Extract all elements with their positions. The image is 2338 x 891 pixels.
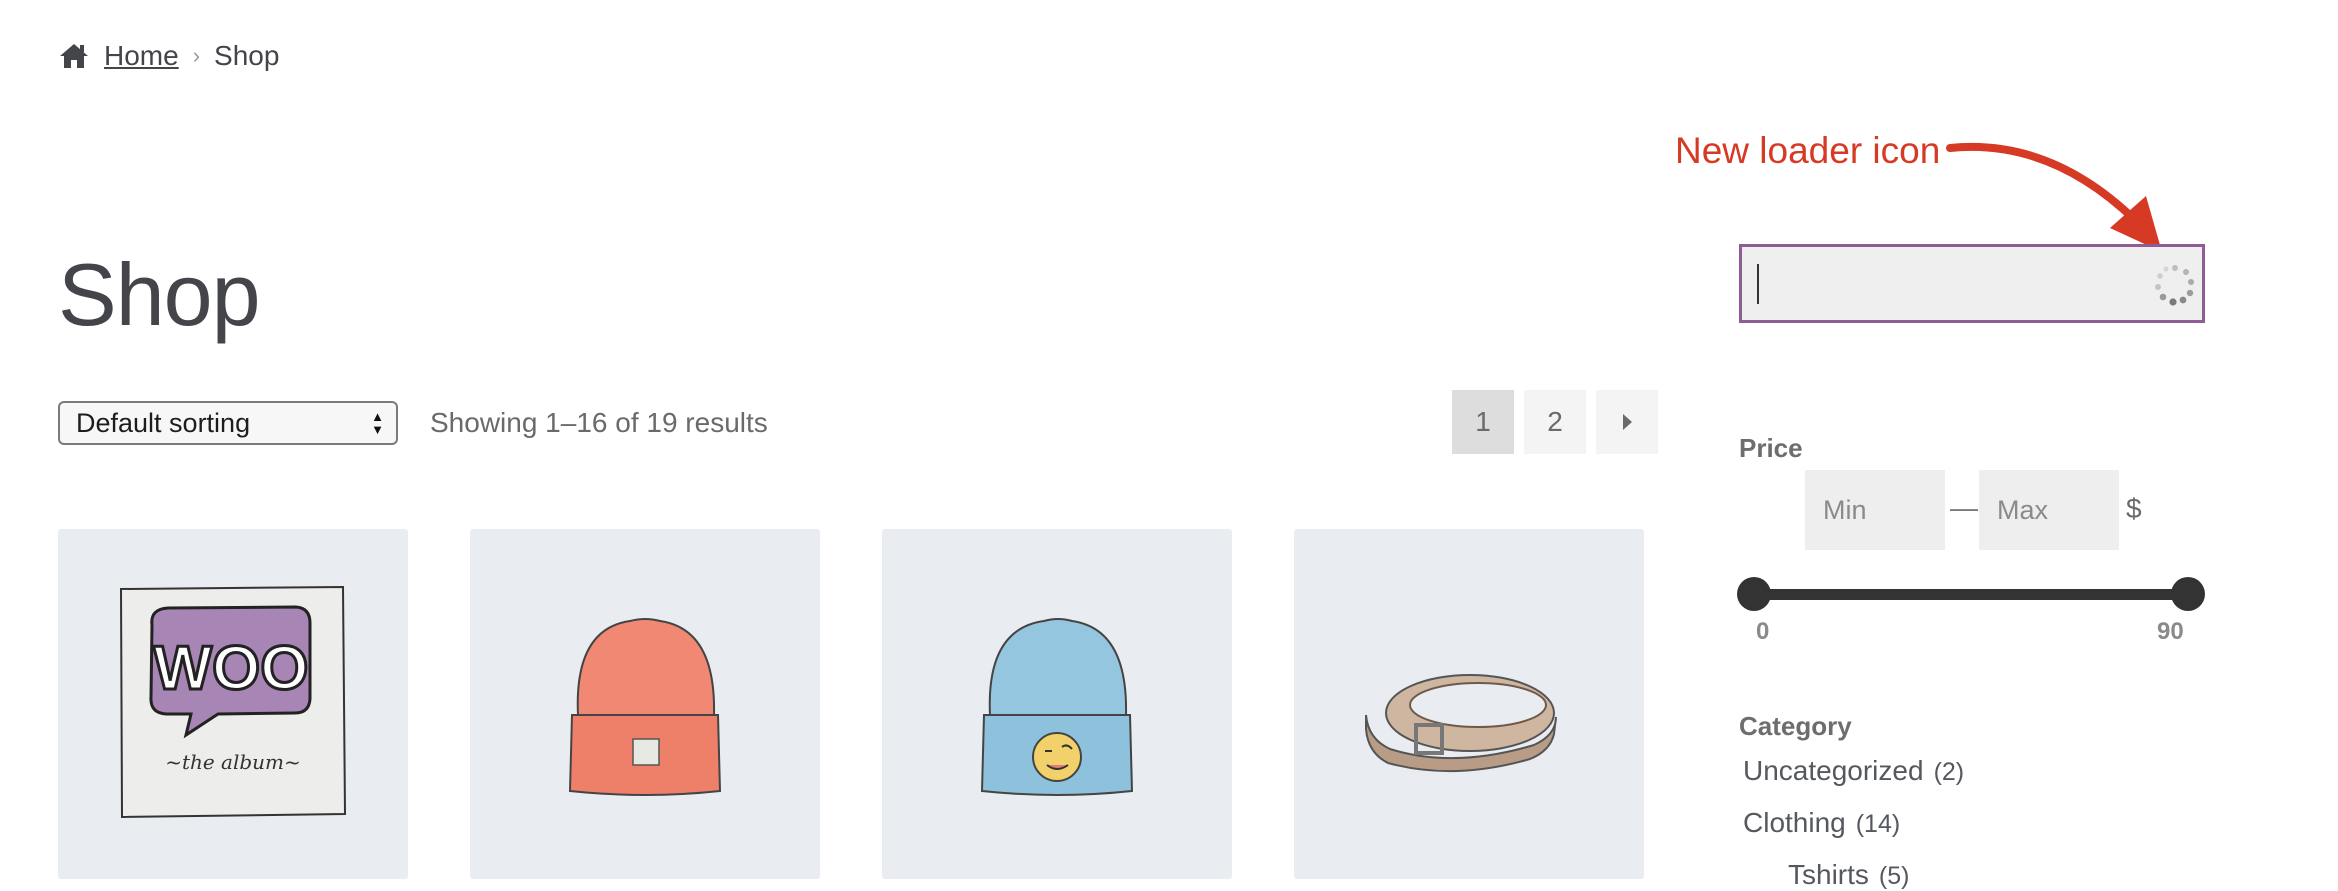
sorting-select[interactable]: Default sorting ▲ ▼ bbox=[58, 401, 398, 445]
category-item-label[interactable]: Tshirts bbox=[1788, 859, 1869, 891]
woo-album-image: WOO ~the album~ bbox=[119, 585, 347, 819]
text-cursor bbox=[1757, 264, 1759, 304]
category-item-count: (14) bbox=[1855, 810, 1901, 838]
product-card[interactable] bbox=[1294, 529, 1644, 879]
page-title: Shop bbox=[58, 245, 261, 344]
category-item-count: (5) bbox=[1878, 862, 1910, 890]
category-item-count: (2) bbox=[1933, 758, 1965, 786]
annotation-arrow-icon bbox=[1946, 142, 2162, 252]
price-min-input[interactable]: Min bbox=[1805, 470, 1945, 550]
price-separator: — bbox=[1950, 492, 1978, 523]
category-item-label[interactable]: Uncategorized bbox=[1743, 755, 1924, 787]
product-card[interactable] bbox=[882, 529, 1232, 879]
category-item[interactable]: Clothing (14) bbox=[1743, 807, 1900, 839]
blue-beanie-image bbox=[980, 618, 1134, 796]
price-slider-min-label: 0 bbox=[1756, 618, 1770, 645]
category-item[interactable]: Uncategorized (2) bbox=[1743, 755, 1964, 787]
pagination-page-2[interactable]: 2 bbox=[1524, 390, 1586, 454]
price-filter-title: Price bbox=[1739, 433, 1803, 463]
category-item-label[interactable]: Clothing bbox=[1743, 807, 1846, 839]
product-card[interactable]: WOO ~the album~ bbox=[58, 529, 408, 879]
belt-image bbox=[1365, 674, 1557, 773]
svg-text:WOO: WOO bbox=[154, 634, 309, 703]
svg-text:~the album~: ~the album~ bbox=[165, 750, 301, 774]
price-max-input[interactable]: Max bbox=[1979, 470, 2119, 550]
price-slider-track[interactable] bbox=[1752, 589, 2190, 600]
orange-beanie-image bbox=[568, 618, 722, 796]
category-title: Category bbox=[1739, 711, 1852, 741]
sorting-select-value: Default sorting bbox=[76, 407, 251, 438]
caret-right-icon bbox=[1623, 414, 1632, 430]
breadcrumb-home-link[interactable]: Home bbox=[104, 40, 179, 72]
pagination-next-button[interactable] bbox=[1596, 390, 1658, 454]
spinner-icon bbox=[2155, 265, 2194, 306]
category-item[interactable]: Tshirts (5) bbox=[1788, 859, 1909, 891]
search-input[interactable] bbox=[1739, 244, 2205, 323]
result-count: Showing 1–16 of 19 results bbox=[430, 407, 768, 438]
price-currency: $ bbox=[2126, 493, 2142, 524]
home-icon[interactable] bbox=[58, 42, 90, 70]
breadcrumb: Home › Shop bbox=[58, 36, 279, 76]
breadcrumb-current: Shop bbox=[214, 40, 280, 71]
annotation-label: New loader icon bbox=[1675, 130, 1941, 171]
price-slider-max-label: 90 bbox=[2157, 618, 2184, 645]
breadcrumb-separator-icon: › bbox=[192, 43, 201, 68]
product-card[interactable] bbox=[470, 529, 820, 879]
price-slider-min-handle[interactable] bbox=[1737, 577, 1771, 611]
price-slider-max-handle[interactable] bbox=[2171, 577, 2205, 611]
select-arrows-icon: ▲ ▼ bbox=[371, 409, 384, 437]
pagination-current-page: 1 bbox=[1452, 390, 1514, 454]
